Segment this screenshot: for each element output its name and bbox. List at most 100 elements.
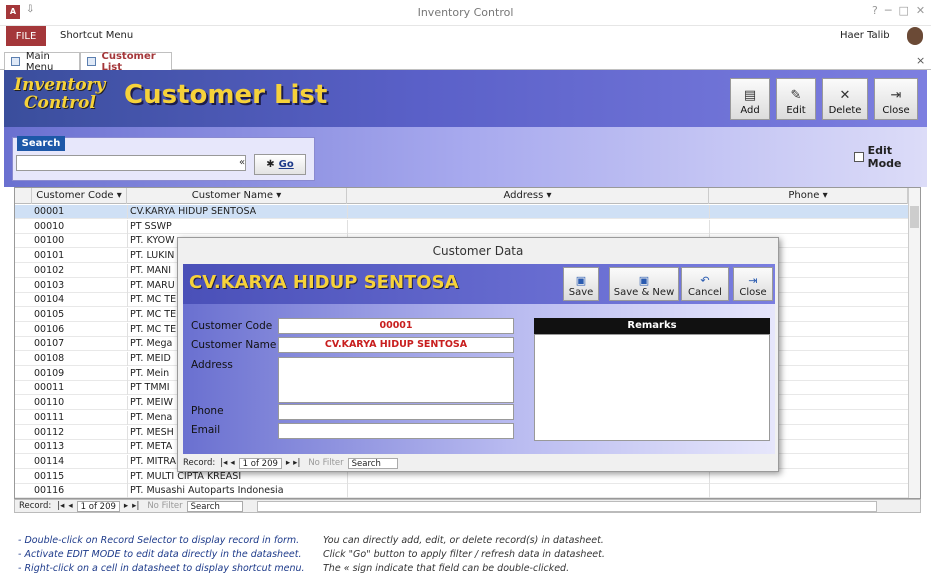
go-button[interactable]: ✱ Go [254,154,306,175]
first-record-icon[interactable]: |◂ [57,501,64,511]
cell-customer-code[interactable]: 00113 [32,440,127,454]
cell-address[interactable] [347,205,709,219]
column-header-address[interactable]: Address ▾ [347,188,709,204]
cell-customer-code[interactable]: 00109 [32,367,127,381]
cell-customer-code[interactable]: 00114 [32,455,127,469]
cell-phone[interactable] [709,484,908,498]
cell-customer-code[interactable]: 00115 [32,470,127,484]
close-button[interactable]: ⇥ Close [733,267,773,301]
dialog-title: Customer Data [432,244,524,258]
user-name[interactable]: Haer Talib [840,30,890,41]
dialog-record-navigator: Record: |◂ ◂ 1 of 209 ▸ ▸| No Filter Sea… [178,455,778,471]
column-header-code[interactable]: Customer Code ▾ [32,188,127,204]
cell-customer-name[interactable]: PT SSWP [127,219,347,234]
tab-customer-list[interactable]: Customer List [80,51,172,73]
floppy-icon: ▣ [575,274,587,287]
address-field[interactable] [278,357,514,403]
cell-customer-code[interactable]: 00110 [32,396,127,410]
customer-heading: CV.KARYA HIDUP SENTOSA [189,272,459,293]
tab-main-menu[interactable]: Main Menu [4,51,80,73]
email-field[interactable] [278,423,514,439]
cell-customer-name[interactable]: PT. Musashi Autoparts Indonesia [127,484,347,498]
record-search-input[interactable]: Search [347,457,398,469]
customer-code-field[interactable]: 00001 [278,318,514,334]
cell-customer-code[interactable]: 00111 [32,411,127,425]
add-button[interactable]: ▤ Add [730,78,770,120]
exit-door-icon: ⇥ [748,274,758,287]
no-filter-button[interactable]: No Filter [308,458,343,468]
edit-mode-toggle[interactable]: Edit Mode [854,144,927,170]
record-position[interactable]: 1 of 209 [238,457,282,469]
cell-customer-code[interactable]: 00101 [32,249,127,263]
vertical-scrollbar[interactable] [908,188,920,498]
table-row[interactable]: 00010 PT SSWP [15,219,908,234]
save-button[interactable]: ▣ Save [563,267,599,301]
customer-data-dialog: Customer Data CV.KARYA HIDUP SENTOSA ▣ Sa… [177,237,779,472]
delete-button[interactable]: ✕ Delete [822,78,868,120]
dialog-body: CV.KARYA HIDUP SENTOSA ▣ Save ▣ Save & New… [183,264,775,454]
edit-button[interactable]: ✎ Edit [776,78,816,120]
customer-name-field[interactable]: CV.KARYA HIDUP SENTOSA [278,337,514,353]
table-row[interactable]: 00116 PT. Musashi Autoparts Indonesia [15,484,908,498]
last-record-icon[interactable]: ▸| [293,458,300,468]
column-header-name[interactable]: Customer Name ▾ [127,188,347,204]
edit-mode-checkbox[interactable] [854,152,864,162]
save-new-button[interactable]: ▣ Save & New [609,267,679,301]
record-search-input[interactable]: Search [186,500,243,512]
first-record-icon[interactable]: |◂ [220,458,227,468]
select-all-corner[interactable] [15,188,32,204]
phone-field[interactable] [278,404,514,420]
cell-phone[interactable] [709,219,908,234]
close-tab-icon[interactable]: × [916,54,925,67]
ribbon: FILE Shortcut Menu Haer Talib [0,26,931,46]
shortcut-menu-tab[interactable]: Shortcut Menu [60,30,133,41]
cell-address[interactable] [347,484,709,498]
avatar[interactable] [907,27,923,45]
cell-customer-code[interactable]: 00106 [32,323,127,337]
form-header: Inventory Control Customer List ▤ Add ✎ Edi… [4,70,927,127]
cell-customer-code[interactable]: 00112 [32,426,127,440]
cell-address[interactable] [347,219,709,234]
scroll-thumb[interactable] [910,206,919,228]
file-tab[interactable]: FILE [6,26,46,46]
horizontal-scrollbar[interactable] [256,500,877,512]
run-icon: ✱ [266,159,275,170]
prev-record-icon[interactable]: ◂ [68,501,72,511]
window-title: Inventory Control [417,6,514,19]
close-button[interactable]: ⇥ Close [874,78,918,120]
prev-record-icon[interactable]: ◂ [230,458,234,468]
next-record-icon[interactable]: ▸ [124,501,128,511]
table-row[interactable]: 00001 CV.KARYA HIDUP SENTOSA [15,205,908,219]
cell-customer-code[interactable]: 00104 [32,293,127,307]
title-bar: A ⇩ Inventory Control ? ─ □ ✕ [0,0,931,26]
cell-customer-code[interactable]: 00108 [32,352,127,366]
double-click-sign: « [239,157,246,168]
cell-customer-code[interactable]: 00116 [32,484,127,498]
last-record-icon[interactable]: ▸| [132,501,139,511]
window-controls[interactable]: ? ─ □ ✕ [872,4,925,17]
cell-customer-code[interactable]: 00105 [32,308,127,322]
add-icon: ▤ [743,88,757,103]
email-label: Email [191,424,221,436]
cell-customer-code[interactable]: 00001 [32,205,127,219]
cell-customer-code[interactable]: 00010 [32,220,127,234]
no-filter-button[interactable]: No Filter [147,501,182,511]
cell-customer-code[interactable]: 00103 [32,279,127,293]
remarks-field[interactable] [534,334,770,441]
cell-customer-code[interactable]: 00102 [32,264,127,278]
remarks-label: Remarks [534,318,770,334]
help-notes: - Double-click on Record Selector to dis… [18,534,918,578]
next-record-icon[interactable]: ▸ [286,458,290,468]
search-input[interactable] [16,155,246,171]
record-position[interactable]: 1 of 209 [76,500,120,512]
cell-customer-code[interactable]: 00107 [32,337,127,351]
cell-customer-code[interactable]: 00100 [32,234,127,248]
cell-phone[interactable] [709,205,908,219]
close-icon: ✕ [839,88,851,103]
pencil-icon: ✎ [790,88,802,103]
cell-customer-name[interactable]: CV.KARYA HIDUP SENTOSA [127,205,347,219]
cell-customer-code[interactable]: 00011 [32,381,127,395]
column-header-phone[interactable]: Phone ▾ [709,188,908,204]
cancel-button[interactable]: ↶ Cancel [681,267,729,301]
datasheet-header: Customer Code ▾ Customer Name ▾ Address … [15,188,920,204]
